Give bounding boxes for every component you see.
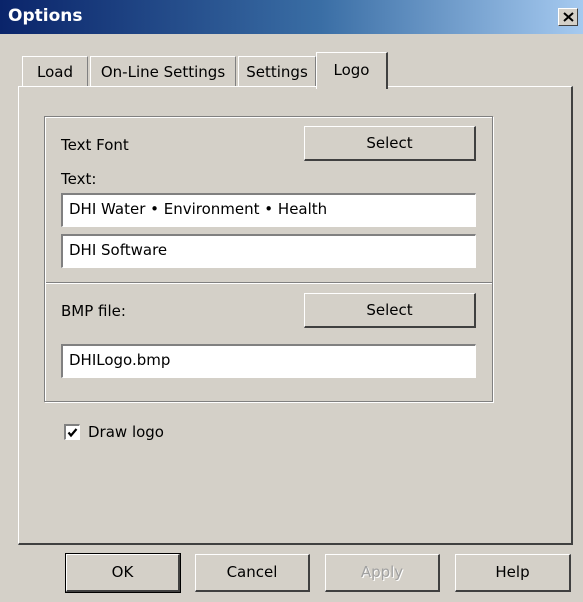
text-line2-field[interactable]: DHI Software — [61, 234, 476, 268]
tab-label: Settings — [246, 63, 308, 81]
tab-label: Load — [37, 63, 73, 81]
tab-load[interactable]: Load — [22, 56, 88, 88]
window-title: Options — [8, 6, 83, 26]
title-bar: Options — [0, 0, 583, 34]
text-line1-field[interactable]: DHI Water • Environment • Health — [61, 193, 476, 227]
draw-logo-label: Draw logo — [88, 423, 164, 441]
tab-online-settings[interactable]: On-Line Settings — [90, 56, 236, 88]
cancel-button[interactable]: Cancel — [195, 554, 310, 592]
bmp-file-field[interactable]: DHILogo.bmp — [61, 344, 476, 378]
draw-logo-checkbox[interactable] — [64, 424, 80, 440]
close-icon — [563, 12, 574, 22]
button-label: Select — [366, 134, 413, 152]
field-value: DHILogo.bmp — [69, 351, 171, 369]
tab-label: Logo — [333, 61, 370, 79]
text-font-select-button[interactable]: Select — [304, 126, 476, 161]
close-button[interactable] — [558, 8, 578, 26]
check-icon — [67, 428, 78, 438]
bmp-file-label: BMP file: — [61, 302, 126, 320]
button-label: Cancel — [226, 563, 278, 581]
tab-label: On-Line Settings — [100, 63, 226, 81]
tab-logo[interactable]: Logo — [316, 52, 388, 89]
button-label: Apply — [360, 563, 404, 581]
help-button[interactable]: Help — [455, 554, 571, 592]
text-label: Text: — [61, 170, 97, 188]
tab-settings[interactable]: Settings — [238, 56, 316, 88]
ok-button[interactable]: OK — [65, 553, 181, 593]
field-value: DHI Water • Environment • Health — [69, 200, 328, 218]
button-label: Select — [366, 301, 413, 319]
apply-button[interactable]: Apply — [325, 554, 440, 592]
button-label: OK — [111, 563, 134, 581]
text-font-label: Text Font — [61, 136, 129, 154]
groupbox-divider — [46, 282, 492, 284]
field-value: DHI Software — [69, 241, 168, 259]
bmp-select-button[interactable]: Select — [304, 293, 476, 328]
button-label: Help — [495, 563, 530, 581]
